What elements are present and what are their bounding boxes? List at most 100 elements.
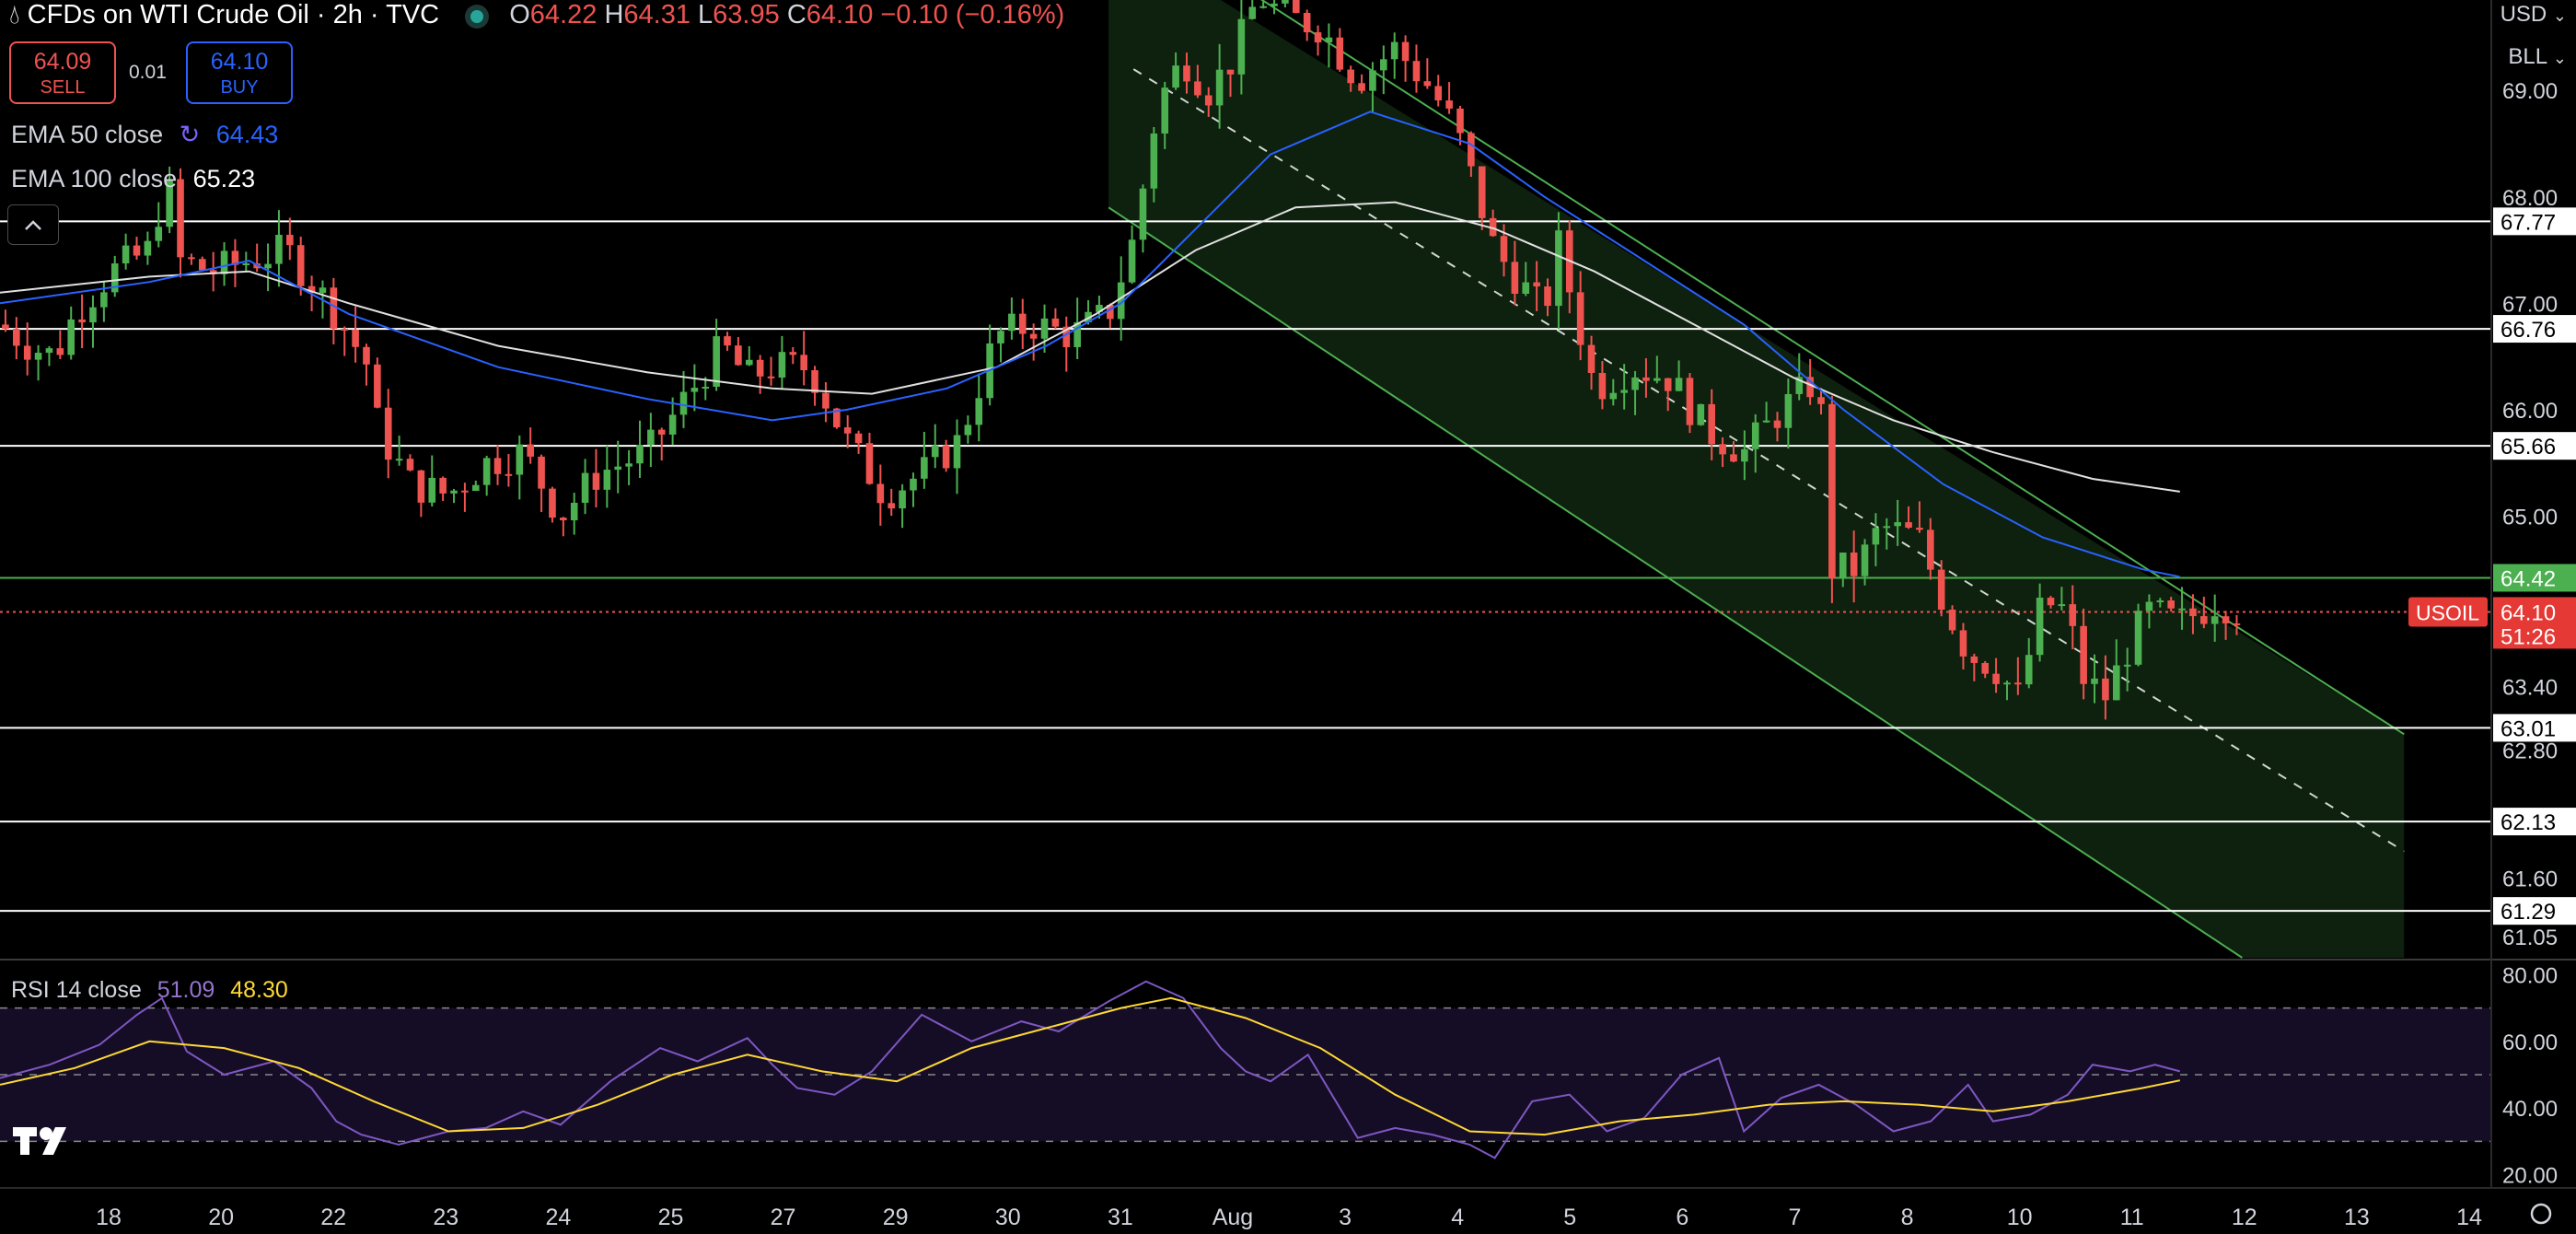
y-tick-label: 67.00 <box>2502 292 2558 317</box>
candle-body <box>45 348 53 354</box>
collapse-legend-button[interactable] <box>7 204 59 245</box>
x-tick-label: Aug <box>1213 1205 1253 1230</box>
candle-body <box>1872 528 1880 545</box>
candle-body <box>942 445 950 469</box>
candle-body <box>876 483 885 504</box>
chevron-down-icon: ⌄ <box>2552 6 2567 25</box>
candle-body <box>931 445 939 458</box>
candle-body <box>144 240 152 256</box>
x-tick-label: 11 <box>2120 1205 2144 1230</box>
candle-body <box>1686 378 1694 425</box>
candle-body <box>319 287 327 294</box>
candle-body <box>1194 81 1201 96</box>
candle-body <box>1697 403 1705 425</box>
x-tick-label: 10 <box>2007 1205 2033 1230</box>
candle-body <box>2112 665 2120 701</box>
candle-body <box>89 307 97 323</box>
candle-body <box>560 518 567 520</box>
candle-body <box>1468 133 1475 167</box>
candle-body <box>1369 70 1376 91</box>
rsi-tick-label: 40.00 <box>2502 1097 2558 1122</box>
sell-button[interactable]: 64.09 SELL <box>9 41 116 104</box>
candle-body <box>1434 86 1443 101</box>
level-price-label: 67.77 <box>2501 210 2556 235</box>
candle-body <box>1445 100 1453 109</box>
buy-button[interactable]: 64.10 BUY <box>186 41 293 104</box>
candle-body <box>647 429 655 446</box>
candle-body <box>527 444 534 457</box>
x-tick-label: 13 <box>2344 1205 2370 1230</box>
candle-body <box>2210 616 2219 624</box>
candle-body <box>735 345 742 366</box>
candle-body <box>450 490 458 494</box>
y-tick-label: 68.00 <box>2502 186 2558 211</box>
candle-body <box>2080 625 2087 684</box>
rsi-legend[interactable]: RSI 14 close 51.09 48.30 <box>11 977 288 1004</box>
ema50-legend[interactable]: EMA 50 close ↻ 64.43 <box>11 121 278 149</box>
candle-body <box>78 319 86 323</box>
candle-body <box>1248 6 1257 19</box>
candle-body <box>2134 611 2142 665</box>
symbol-title: CFDs on WTI Crude Oil · 2h · TVC <box>27 0 440 29</box>
candle-body <box>1051 318 1060 327</box>
x-tick-label: 14 <box>2456 1205 2482 1230</box>
unit-select[interactable]: BLL ⌄ <box>2508 44 2567 70</box>
drop-icon: 💧︎ <box>9 0 20 29</box>
currency-select[interactable]: USD ⌄ <box>2501 2 2567 28</box>
x-tick-label: 22 <box>320 1205 346 1230</box>
x-tick-label: 30 <box>995 1205 1021 1230</box>
candle-body <box>34 353 42 360</box>
channel-fill <box>1108 0 2405 958</box>
candle-body <box>1040 318 1049 339</box>
x-tick-label: 31 <box>1108 1205 1133 1230</box>
candle-body <box>1303 13 1311 33</box>
candle-body <box>1412 61 1421 82</box>
candle-body <box>341 329 349 332</box>
candle-body <box>2058 604 2066 607</box>
candle-body <box>636 445 644 464</box>
candle-body <box>789 352 797 355</box>
candle-body <box>1008 313 1015 332</box>
x-tick-label: 6 <box>1676 1205 1688 1230</box>
symbol-header[interactable]: 💧︎ CFDs on WTI Crude Oil · 2h · TVC O64.… <box>9 0 1064 30</box>
x-tick-label: 8 <box>1901 1205 1914 1230</box>
candle-body <box>1423 81 1432 87</box>
candle-body <box>1664 378 1672 391</box>
candle-body <box>1762 420 1770 423</box>
candle-body <box>482 458 491 485</box>
candle-body <box>1719 444 1726 455</box>
candle-body <box>964 425 972 436</box>
candle-body <box>1401 41 1410 62</box>
rsi-ma-value: 48.30 <box>230 977 288 1003</box>
candle-body <box>1511 262 1519 295</box>
ema100-legend[interactable]: EMA 100 close 65.23 <box>11 165 255 193</box>
candle-body <box>1948 610 1956 631</box>
candle-body <box>2 324 9 330</box>
x-tick-label: 24 <box>545 1205 571 1230</box>
candle-body <box>854 433 863 444</box>
candle-body <box>800 355 807 371</box>
candle-body <box>2091 678 2098 684</box>
candle-body <box>286 234 294 246</box>
settings-gear-icon[interactable] <box>2530 1203 2552 1225</box>
y-tick-label: 61.05 <box>2502 926 2558 950</box>
candle-body <box>745 359 753 366</box>
x-tick-label: 20 <box>208 1205 234 1230</box>
candle-body <box>614 466 622 471</box>
candle-body <box>1390 41 1398 60</box>
rsi-tick-label: 80.00 <box>2502 963 2558 988</box>
ema50-value: 64.43 <box>215 121 279 148</box>
candle-body <box>1620 390 1628 393</box>
candle-body <box>690 388 699 392</box>
level-price-label: 61.29 <box>2501 900 2556 925</box>
candle-body <box>1161 87 1169 134</box>
candle-body <box>1839 553 1847 579</box>
candle-body <box>13 329 20 346</box>
candle-body <box>1358 83 1365 91</box>
candle-body <box>1654 378 1661 381</box>
candle-body <box>2200 616 2208 624</box>
candle-body <box>1741 448 1748 462</box>
refresh-icon[interactable]: ↻ <box>180 121 201 148</box>
chart-canvas[interactable]: 69.00 68.00 67.00 66.00 65.00 63.40 62.80 61.60… <box>0 0 2576 1234</box>
candle-body <box>406 459 414 471</box>
